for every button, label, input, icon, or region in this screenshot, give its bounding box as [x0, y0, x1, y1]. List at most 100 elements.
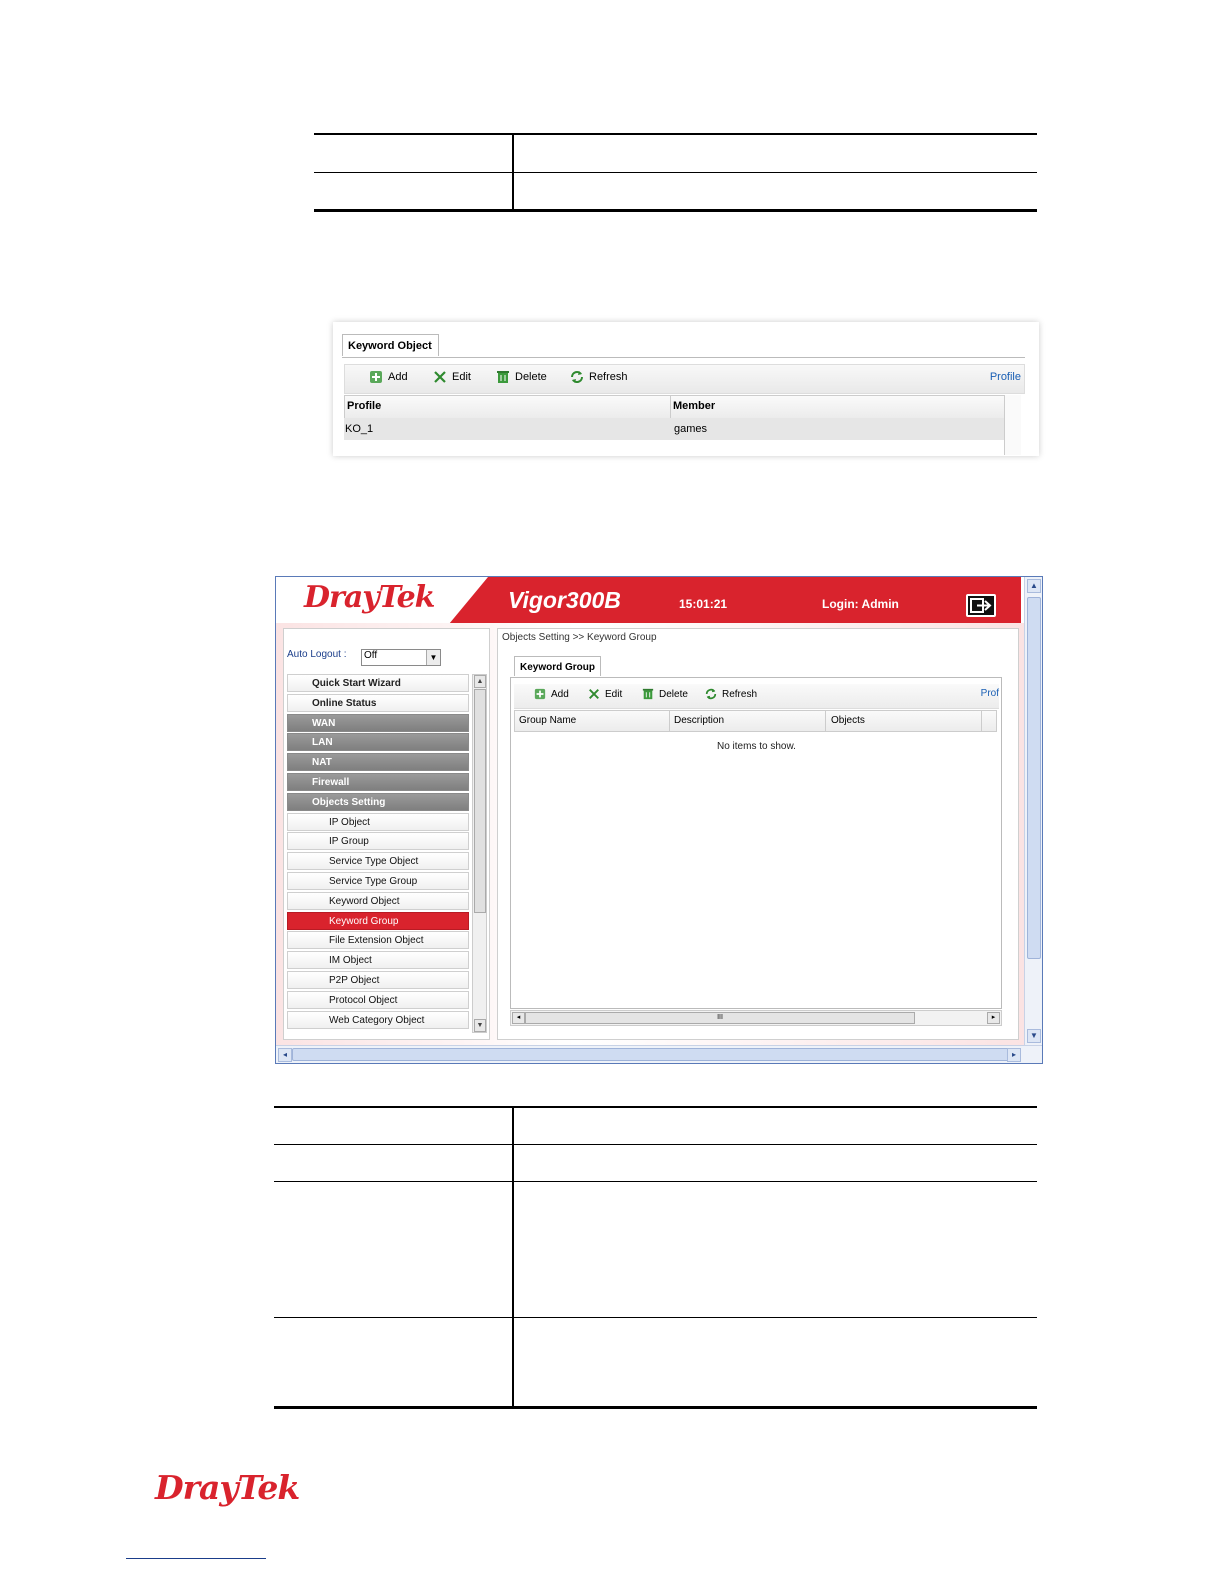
scroll-right-arrow[interactable]: ▸: [987, 1012, 1000, 1024]
table-scrollbar[interactable]: [1004, 395, 1021, 455]
delete-label: Delete: [659, 688, 688, 700]
column-header-description[interactable]: Description: [674, 715, 724, 726]
logout-button[interactable]: [966, 594, 996, 617]
header-banner: DrayTek Vigor300B 15:01:21 Login: Admin: [276, 577, 1021, 623]
column-header-objects[interactable]: Objects: [831, 715, 865, 726]
edit-label: Edit: [452, 371, 471, 383]
edit-icon: [589, 689, 599, 699]
trash-icon: [497, 371, 509, 383]
scroll-thumb[interactable]: [1027, 597, 1041, 959]
sidebar-item-protocol-object[interactable]: Protocol Object: [287, 990, 469, 1009]
tab-keyword-object[interactable]: Keyword Object: [342, 334, 439, 356]
scroll-left-arrow[interactable]: ◂: [278, 1048, 292, 1062]
sidebar-item-service-type-object[interactable]: Service Type Object: [287, 852, 469, 871]
scroll-down-arrow[interactable]: ▼: [474, 1019, 486, 1032]
add-button[interactable]: Add: [369, 370, 408, 384]
column-divider: [512, 1108, 514, 1407]
sidebar-item-ip-object[interactable]: IP Object: [287, 812, 469, 831]
sidebar-item-p2p-object[interactable]: P2P Object: [287, 970, 469, 989]
toolbar: Add Edit Delete Refresh Prof: [514, 684, 999, 709]
edit-button[interactable]: Edit: [433, 370, 471, 384]
profile-cell: KO_1: [345, 423, 374, 435]
scroll-right-arrow[interactable]: ▸: [1007, 1048, 1021, 1062]
empty-message: No items to show.: [717, 741, 796, 752]
breadcrumb: Objects Setting >> Keyword Group: [502, 632, 657, 643]
table-row: [314, 173, 1037, 210]
sidebar-item-im-object[interactable]: IM Object: [287, 951, 469, 970]
scroll-thumb[interactable]: [292, 1048, 1020, 1061]
column-header-group-name[interactable]: Group Name: [519, 715, 576, 726]
profile-link[interactable]: Prof: [981, 688, 999, 699]
refresh-button[interactable]: Refresh: [570, 370, 628, 384]
refresh-label: Refresh: [722, 688, 758, 700]
table-row: [274, 1182, 1037, 1318]
sidebar-item-ip-group[interactable]: IP Group: [287, 832, 469, 851]
edit-icon: [434, 371, 446, 383]
table-row: [274, 1145, 1037, 1182]
column-divider: [981, 711, 982, 731]
refresh-label: Refresh: [589, 371, 628, 383]
scroll-up-arrow[interactable]: ▲: [1027, 579, 1041, 593]
router-window: DrayTek Vigor300B 15:01:21 Login: Admin …: [275, 576, 1043, 1064]
sidebar-item-web-category-object[interactable]: Web Category Object: [287, 1010, 469, 1029]
sidebar-item-quick-start-wizard[interactable]: Quick Start Wizard: [287, 674, 469, 692]
sidebar-item-firewall[interactable]: Firewall: [287, 772, 469, 791]
table-row: [314, 135, 1037, 173]
refresh-icon: [705, 688, 717, 700]
add-icon: [534, 688, 546, 700]
auto-logout-value: Off: [364, 650, 378, 661]
scroll-thumb[interactable]: [474, 689, 486, 913]
profile-link[interactable]: Profile: [990, 371, 1021, 383]
toolbar: Add Edit Delete Refresh Profile: [344, 364, 1025, 394]
column-header-member[interactable]: Member: [673, 400, 715, 412]
keyword-group-panel: Add Edit Delete Refresh Prof Group Name: [510, 677, 1002, 1009]
sidebar-item-wan[interactable]: WAN: [287, 713, 469, 732]
edit-label: Edit: [605, 688, 623, 700]
table-horizontal-scrollbar[interactable]: ◂ III ▸: [510, 1010, 1002, 1026]
scroll-left-arrow[interactable]: ◂: [512, 1012, 525, 1024]
trash-icon: [642, 688, 654, 700]
sidebar-item-nat[interactable]: NAT: [287, 753, 469, 772]
footer-draytek-logo: DrayTek: [155, 1468, 300, 1507]
add-button[interactable]: Add: [534, 688, 569, 700]
delete-button[interactable]: Delete: [496, 370, 547, 384]
column-header-profile[interactable]: Profile: [347, 400, 381, 412]
chevron-down-icon[interactable]: ▼: [426, 650, 440, 665]
sidebar-item-lan[interactable]: LAN: [287, 733, 469, 752]
scroll-down-arrow[interactable]: ▼: [1027, 1029, 1041, 1043]
footer-divider: [126, 1558, 266, 1559]
top-table: [314, 133, 1037, 212]
add-label: Add: [388, 371, 408, 383]
tab-divider: [342, 357, 1025, 358]
sidebar-item-service-type-group[interactable]: Service Type Group: [287, 871, 469, 890]
sidebar-item-objects-setting[interactable]: Objects Setting: [287, 792, 469, 811]
table-row: [274, 1318, 1037, 1407]
model-name: Vigor300B: [508, 587, 621, 613]
sidebar-item-online-status[interactable]: Online Status: [287, 693, 469, 712]
auto-logout-select[interactable]: Off ▼: [361, 649, 441, 666]
member-cell: games: [674, 423, 708, 435]
main-panel: Objects Setting >> Keyword Group Keyword…: [497, 628, 1019, 1040]
refresh-icon: [571, 371, 583, 383]
delete-label: Delete: [515, 371, 547, 383]
table-row: [274, 1108, 1037, 1145]
table-row[interactable]: KO_1 games: [344, 418, 1004, 440]
delete-button[interactable]: Delete: [642, 688, 688, 700]
edit-button[interactable]: Edit: [588, 688, 622, 700]
sidebar-item-keyword-object[interactable]: Keyword Object: [287, 891, 469, 910]
sidebar: Auto Logout : Off ▼ Quick Start Wizard On…: [283, 628, 490, 1040]
refresh-button[interactable]: Refresh: [705, 688, 757, 700]
login-status: Login: Admin: [822, 597, 899, 611]
auto-logout-label: Auto Logout :: [287, 649, 347, 660]
window-vertical-scrollbar[interactable]: ▲ ▼: [1024, 577, 1042, 1045]
window-horizontal-scrollbar[interactable]: ◂ ▸: [276, 1045, 1042, 1063]
scroll-up-arrow[interactable]: ▲: [474, 675, 486, 688]
menu-scrollbar[interactable]: ▲ ▼: [472, 674, 487, 1033]
sidebar-item-file-extension-object[interactable]: File Extension Object: [287, 931, 469, 950]
add-icon: [370, 371, 382, 383]
column-divider: [670, 396, 671, 418]
tab-keyword-group[interactable]: Keyword Group: [514, 656, 602, 676]
scroll-thumb[interactable]: III: [525, 1012, 915, 1024]
logout-icon: [970, 598, 992, 613]
sidebar-item-keyword-group[interactable]: Keyword Group: [287, 911, 469, 930]
